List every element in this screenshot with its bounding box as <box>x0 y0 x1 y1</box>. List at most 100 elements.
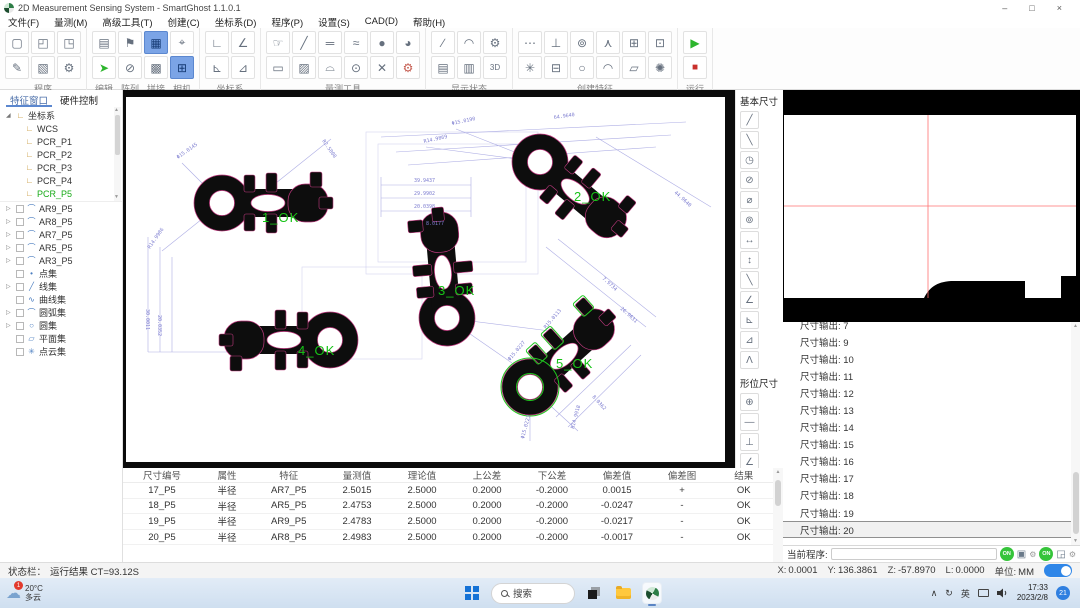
tree-item-ar8-p5[interactable]: ▷⌒AR8_P5 <box>0 215 122 228</box>
straightness-button[interactable]: — <box>740 413 759 431</box>
line-visibility-button[interactable]: ∕ <box>431 31 455 54</box>
scroll-up-icon[interactable]: ▲ <box>113 107 120 114</box>
tree-item-pcr-p1[interactable]: ∟PCR_P1 <box>0 135 122 148</box>
capture-settings-gear-icon[interactable]: ⚙ <box>1069 550 1076 559</box>
expander-icon[interactable]: ▷ <box>6 257 13 264</box>
checkbox[interactable] <box>16 205 24 213</box>
threed-display-button[interactable]: 3D <box>483 56 507 79</box>
checkbox[interactable] <box>16 270 24 278</box>
cad-canvas[interactable]: Φ15.0145 R14.9986 Φ15.0190 R14.9869 Φ15.… <box>123 90 735 468</box>
pie-circle-button[interactable]: ◕ <box>396 31 420 54</box>
camera-view[interactable] <box>783 90 1080 322</box>
angle-dim-button[interactable]: ∠ <box>740 291 759 309</box>
menu-advanced-tools[interactable]: 高级工具(T) <box>102 15 152 29</box>
checkbox[interactable] <box>16 218 24 226</box>
tree-item-circle-set[interactable]: ▷○圆集 <box>0 319 122 332</box>
file-explorer-button[interactable] <box>613 582 633 604</box>
checkbox[interactable] <box>16 231 24 239</box>
checkbox[interactable] <box>16 348 24 356</box>
create-circle-button[interactable]: ○ <box>570 56 594 79</box>
circle-circle-dim-button[interactable]: ⊚ <box>740 211 759 229</box>
close-button[interactable]: × <box>1057 3 1062 13</box>
table-row[interactable]: 17_P5半径AR7_P52.50152.50000.2000-0.20000.… <box>123 483 773 499</box>
menu-settings[interactable]: 设置(S) <box>318 15 350 29</box>
chart-display-button[interactable]: ▥ <box>457 56 481 79</box>
pick-hand-button[interactable]: ☞ <box>266 31 290 54</box>
expander-icon[interactable]: ▷ <box>6 322 13 329</box>
height-dim-button[interactable]: ↕ <box>740 251 759 269</box>
table-row[interactable]: 19_P5半径AR9_P52.47832.50000.2000-0.2000-0… <box>123 514 773 530</box>
tool-visibility-button[interactable]: ⚙ <box>483 31 507 54</box>
scroll-up-icon[interactable]: ▲ <box>1071 323 1080 329</box>
output-item-12[interactable]: 尺寸输出: 12 <box>783 384 1080 401</box>
line-circle-dim-button[interactable]: ⌀ <box>740 191 759 209</box>
output-item-16[interactable]: 尺寸输出: 16 <box>783 453 1080 470</box>
clock[interactable]: 17:33 2023/2/8 <box>1017 583 1048 602</box>
checkbox[interactable] <box>16 296 24 304</box>
tree-open-icon[interactable]: ◢ <box>6 112 13 119</box>
open-program-button[interactable]: ◰ <box>31 31 55 54</box>
scroll-down-icon[interactable]: ▼ <box>113 194 120 201</box>
unit-toggle[interactable] <box>1044 564 1072 577</box>
tangent-circle-button[interactable]: ⊚ <box>570 31 594 54</box>
tree-item-coordinate-root[interactable]: ◢ ∟ 坐标系 <box>0 109 122 122</box>
start-button[interactable] <box>462 582 482 604</box>
edit-program-button[interactable]: ✎ <box>5 56 29 79</box>
line-tool-button[interactable]: ╱ <box>292 31 316 54</box>
output-item-14[interactable]: 尺寸输出: 14 <box>783 419 1080 436</box>
tree-item-pointcloud-set[interactable]: ✳点云集 <box>0 345 122 358</box>
offset-rect-button[interactable]: ⊞ <box>622 31 646 54</box>
point-series-button[interactable]: ⋯ <box>518 31 542 54</box>
run-button[interactable]: ▶ <box>683 31 707 54</box>
output-item-20-selected[interactable]: 尺寸输出: 20 <box>783 521 1080 538</box>
tree-item-pcr-p5[interactable]: ∟PCR_P5 <box>0 187 122 200</box>
parallel-lines-button[interactable]: ═ <box>318 31 342 54</box>
col-attribute[interactable]: 属性 <box>201 468 253 482</box>
create-arc-button[interactable]: ◠ <box>596 56 620 79</box>
tray-chevron-icon[interactable]: ∧ <box>931 588 938 599</box>
stitch-settings-button[interactable]: ▩ <box>144 56 168 79</box>
line-dim-button[interactable]: ╲ <box>740 271 759 289</box>
point-line-dim-button[interactable]: ╲ <box>740 131 759 149</box>
width-dim-button[interactable]: ↔ <box>740 231 759 249</box>
tree-item-pcr-p3[interactable]: ∟PCR_P3 <box>0 161 122 174</box>
mirror-feature-button[interactable]: ⋏ <box>596 31 620 54</box>
stitch-image-button[interactable]: ▦ <box>144 31 168 54</box>
midline-button[interactable]: ⊟ <box>544 56 568 79</box>
point-point-dim-button[interactable]: ╱ <box>740 111 759 129</box>
expander-icon[interactable]: ▷ <box>6 231 13 238</box>
filled-circle-button[interactable]: ● <box>370 31 394 54</box>
menu-measure[interactable]: 量测(M) <box>54 15 87 29</box>
spray-points-button[interactable]: ✳ <box>518 56 542 79</box>
col-measured[interactable]: 量测值 <box>325 468 390 482</box>
output-item-19[interactable]: 尺寸输出: 19 <box>783 504 1080 521</box>
col-lower-tol[interactable]: 下公差 <box>520 468 585 482</box>
ime-indicator[interactable]: 英 <box>961 587 970 600</box>
step-run-button[interactable]: ➤ <box>92 56 116 79</box>
scroll-up-icon[interactable]: ▲ <box>773 469 783 475</box>
weather-widget[interactable]: ☁1 20°C多云 <box>0 584 120 602</box>
array-disable-button[interactable]: ⊘ <box>118 56 142 79</box>
camera-grid-button[interactable]: ⊞ <box>170 56 194 79</box>
select-region-button[interactable]: ▧ <box>31 56 55 79</box>
checkbox[interactable] <box>16 322 24 330</box>
expander-icon[interactable]: ▷ <box>6 309 13 316</box>
program-settings-button[interactable]: ⚙ <box>57 56 81 79</box>
axis-tool-1-button[interactable]: ∟ <box>205 31 229 54</box>
col-upper-tol[interactable]: 上公差 <box>455 468 520 482</box>
current-program-input[interactable] <box>831 548 997 560</box>
notification-count-badge[interactable]: 21 <box>1056 586 1070 600</box>
expander-icon[interactable]: ▷ <box>6 218 13 225</box>
tree-item-point-set[interactable]: •点集 <box>0 267 122 280</box>
display-settings-gear-icon[interactable]: ⚙ <box>1029 550 1036 559</box>
stop-button[interactable]: ■ <box>683 56 707 79</box>
expander-icon[interactable]: ▷ <box>6 205 13 212</box>
circle-dim-button[interactable]: ◷ <box>740 151 759 169</box>
scroll-down-icon[interactable]: ▼ <box>1071 538 1080 544</box>
camera-frame-button[interactable]: ⌖ <box>170 31 194 54</box>
col-theoretical[interactable]: 理论值 <box>390 468 455 482</box>
hatch-tool-button[interactable]: ▨ <box>292 56 316 79</box>
table-row[interactable]: 20_P5半径AR8_P52.49832.50000.2000-0.2000-0… <box>123 530 773 546</box>
point-cloud-button[interactable]: ✺ <box>648 56 672 79</box>
arc-visibility-button[interactable]: ◠ <box>457 31 481 54</box>
